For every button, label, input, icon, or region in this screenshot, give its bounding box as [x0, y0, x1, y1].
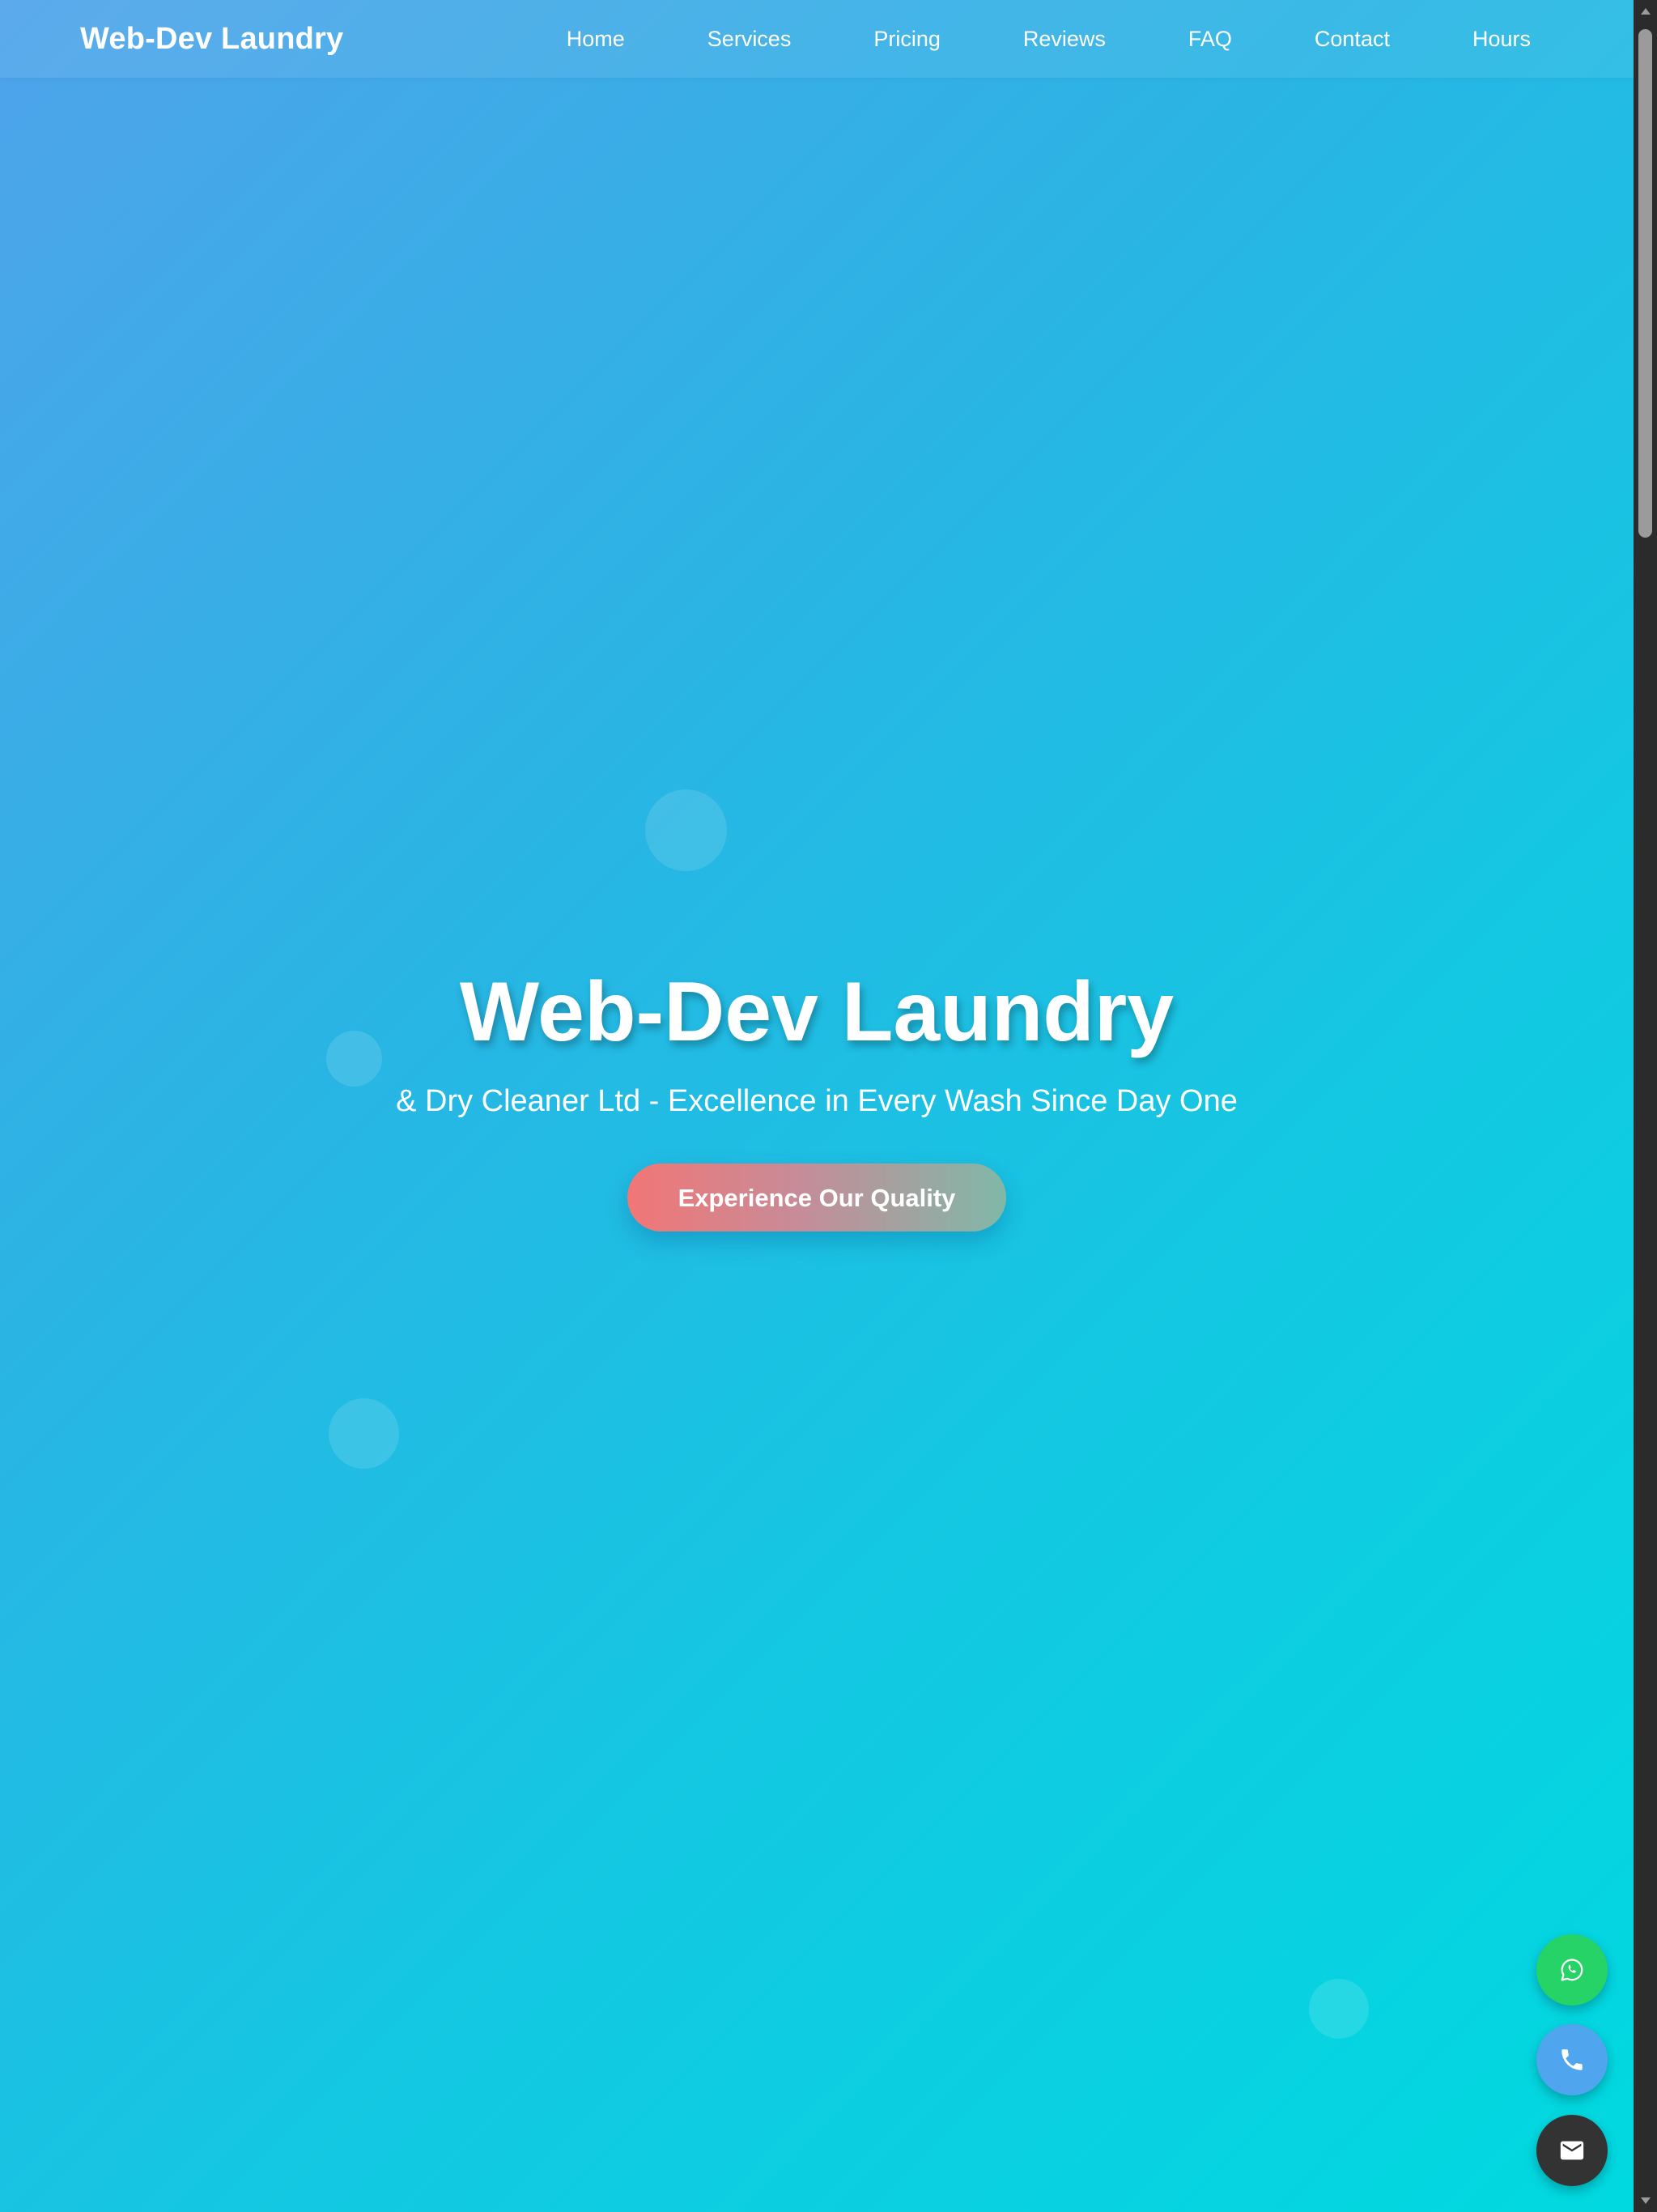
nav-link-contact[interactable]: Contact [1315, 27, 1390, 52]
hero-section: Web-Dev Laundry & Dry Cleaner Ltd - Exce… [0, 959, 1634, 1231]
scrollbar-thumb[interactable] [1638, 29, 1652, 538]
scroll-down-arrow-icon[interactable] [1634, 2189, 1657, 2212]
vertical-scrollbar[interactable] [1634, 0, 1657, 2212]
email-button[interactable] [1536, 2115, 1608, 2186]
phone-button[interactable] [1536, 2024, 1608, 2095]
nav-link-pricing[interactable]: Pricing [873, 27, 941, 52]
nav-link-home[interactable]: Home [567, 27, 625, 52]
brand-logo[interactable]: Web-Dev Laundry [80, 0, 343, 78]
scroll-up-arrow-icon[interactable] [1634, 0, 1657, 23]
nav-link-services[interactable]: Services [707, 27, 792, 52]
hero-title: Web-Dev Laundry [459, 965, 1175, 1059]
nav-link-hours[interactable]: Hours [1472, 27, 1531, 52]
mail-icon [1560, 2141, 1584, 2160]
decorative-bubble [1309, 1979, 1369, 2039]
navbar: Web-Dev Laundry Home Services Pricing Re… [0, 0, 1634, 78]
nav-links: Home Services Pricing Reviews FAQ Contac… [567, 0, 1531, 78]
hero-subtitle: & Dry Cleaner Ltd - Excellence in Every … [396, 1084, 1238, 1118]
decorative-bubble [645, 789, 727, 871]
whatsapp-icon [1561, 1959, 1583, 1981]
nav-link-reviews[interactable]: Reviews [1023, 27, 1106, 52]
phone-icon [1561, 2049, 1583, 2070]
nav-link-faq[interactable]: FAQ [1188, 27, 1232, 52]
decorative-bubble [329, 1398, 399, 1469]
whatsapp-button[interactable] [1536, 1934, 1608, 2006]
experience-quality-button[interactable]: Experience Our Quality [627, 1163, 1006, 1231]
page-viewport: Web-Dev Laundry Home Services Pricing Re… [0, 0, 1634, 2212]
